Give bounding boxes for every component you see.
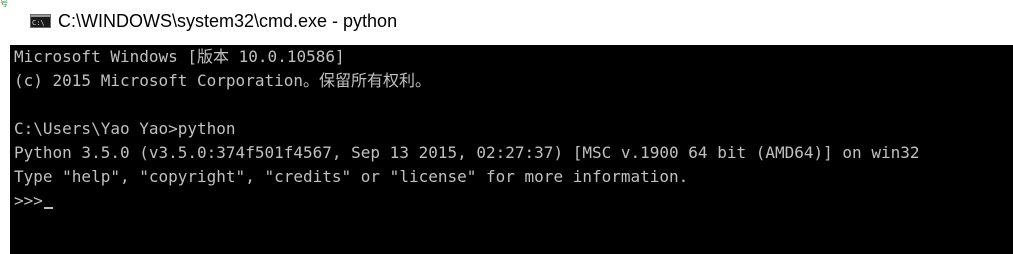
console-line: C:\Users\Yao Yao>python [14, 119, 236, 138]
console-line: (c) 2015 Microsoft Corporation。保留所有权利。 [14, 71, 431, 90]
window-title: C:\WINDOWS\system32\cmd.exe - python [58, 11, 398, 31]
python-prompt-line[interactable]: >>> [14, 189, 1013, 213]
edge-glyph: 号 [0, 0, 8, 8]
text-cursor [43, 207, 53, 209]
title-bar[interactable]: 号 C:\ C:\WINDOWS\system32\cmd.exe - pyth… [0, 0, 1013, 45]
window-left-border [0, 45, 10, 254]
svg-text:C:\: C:\ [32, 19, 45, 27]
console-line: Type "help", "copyright", "credits" or "… [14, 167, 689, 186]
console-output[interactable]: Microsoft Windows [版本 10.0.10586] (c) 20… [10, 45, 1013, 254]
cmd-window: 号 C:\ C:\WINDOWS\system32\cmd.exe - pyth… [0, 0, 1013, 254]
console-line: Microsoft Windows [版本 10.0.10586] [14, 47, 345, 66]
python-prompt: >>> [14, 191, 43, 210]
cmd-console-icon[interactable]: C:\ [30, 14, 51, 28]
console-line: Python 3.5.0 (v3.5.0:374f501f4567, Sep 1… [14, 143, 920, 162]
